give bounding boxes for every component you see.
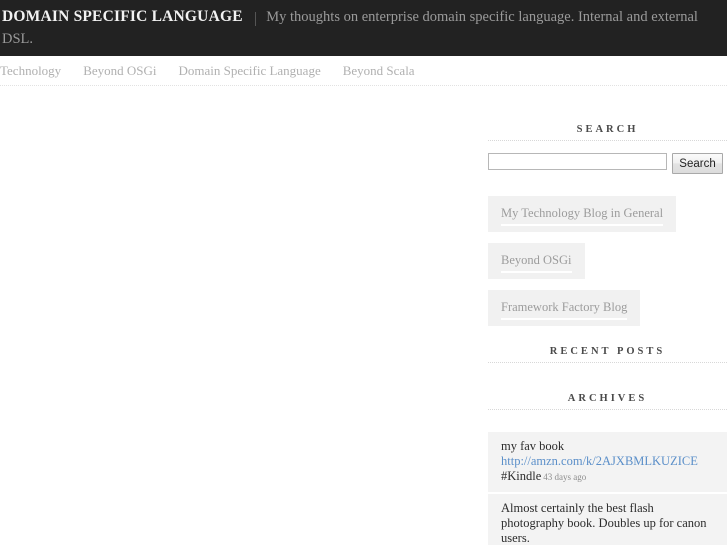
tweets-widget: my fav book http://amzn.com/k/2AJXBMLKUZ…	[488, 432, 727, 545]
tweet-item: Almost certainly the best flash photogra…	[488, 494, 727, 545]
site-title[interactable]: DOMAIN SPECIFIC LANGUAGE	[2, 8, 243, 25]
main-content-area	[0, 86, 470, 545]
recent-posts-widget-title: RECENT POSTS	[488, 346, 727, 363]
tweet-hashtag[interactable]: #Kindle	[501, 469, 541, 483]
tweet-item: my fav book http://amzn.com/k/2AJXBMLKUZ…	[488, 432, 727, 494]
nav-item-domain-specific-language[interactable]: Domain Specific Language	[179, 56, 321, 86]
blogroll-widget: My Technology Blog in General Beyond OSG…	[488, 196, 727, 326]
primary-navigation: Technology Beyond OSGi Domain Specific Lan…	[0, 56, 727, 86]
nav-item-technology[interactable]: Technology	[0, 56, 61, 86]
blogroll-link-label[interactable]: Framework Factory Blog	[501, 300, 628, 320]
sidebar: SEARCH Search My Technology Blog in Gene…	[488, 86, 727, 545]
blogroll-item-my-technology-blog[interactable]: My Technology Blog in General	[488, 196, 677, 232]
search-input[interactable]	[488, 153, 667, 170]
page-body: SEARCH Search My Technology Blog in Gene…	[0, 86, 727, 545]
blogroll-link-label[interactable]: Beyond OSGi	[501, 253, 572, 273]
tweet-meta: #Kindle 43 days ago	[501, 469, 714, 485]
search-form: Search	[488, 153, 727, 174]
site-header: DOMAIN SPECIFIC LANGUAGE My thoughts on …	[0, 0, 727, 56]
blogroll-link-label[interactable]: My Technology Blog in General	[501, 206, 664, 226]
title-divider	[255, 12, 257, 27]
nav-item-beyond-osgi[interactable]: Beyond OSGi	[83, 56, 156, 86]
search-widget-title: SEARCH	[488, 124, 727, 141]
archives-widget-title: ARCHIVES	[488, 393, 727, 410]
tweet-link[interactable]: http://amzn.com/k/2AJXBMLKUZICE	[501, 454, 714, 469]
tweet-timestamp: 43 days ago	[543, 472, 587, 482]
tweet-text: my fav book	[501, 439, 565, 453]
archives-widget: ARCHIVES	[488, 393, 727, 410]
search-widget: SEARCH Search	[488, 86, 727, 174]
blogroll-item-beyond-osgi[interactable]: Beyond OSGi	[488, 243, 585, 279]
search-button[interactable]: Search	[672, 153, 723, 174]
nav-item-beyond-scala[interactable]: Beyond Scala	[343, 56, 415, 86]
tweet-text: Almost certainly the best flash photogra…	[501, 501, 707, 545]
blogroll-item-framework-factory-blog[interactable]: Framework Factory Blog	[488, 290, 641, 326]
recent-posts-widget: RECENT POSTS	[488, 346, 727, 363]
header-inner: DOMAIN SPECIFIC LANGUAGE My thoughts on …	[0, 6, 727, 50]
